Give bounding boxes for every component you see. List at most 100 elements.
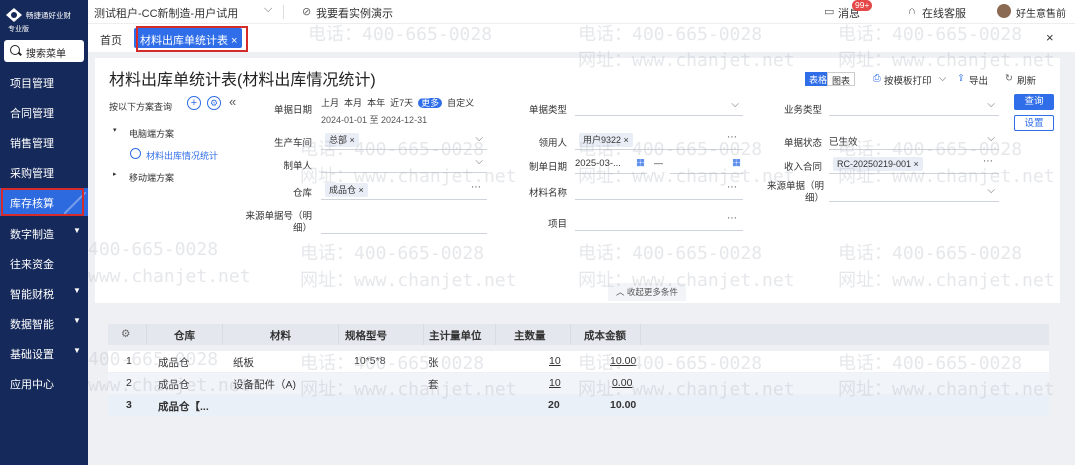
close-icon[interactable]: × (1046, 30, 1054, 45)
biztype-select[interactable]: ⌵ (829, 98, 999, 116)
receiver-chip[interactable]: 用户9322 × (579, 133, 633, 147)
export-button[interactable]: 导出 (969, 73, 988, 87)
row-number: 3 (126, 399, 132, 411)
col-header-cost[interactable]: 成本金额 (584, 328, 626, 343)
filter-date-label: 单据日期 (273, 105, 312, 116)
workshop-select[interactable]: 总部 × ⌵ (321, 132, 487, 150)
avatar[interactable] (997, 4, 1011, 18)
collapse-conditions-button[interactable]: ︿ 收起更多条件 (608, 283, 686, 301)
cell-cost-link[interactable]: 0.00 (612, 377, 632, 389)
date-option-more[interactable]: 更多 (418, 98, 443, 108)
filter-project-label: 项目 (547, 219, 567, 230)
scheme-query-label: 按以下方案查询 (109, 102, 173, 112)
caret-down-icon[interactable]: ▾ (113, 126, 117, 134)
total-cost: 10.00 (610, 399, 637, 411)
search-menu-label: 搜索菜单 (26, 49, 66, 60)
chevron-down-icon[interactable]: ⌵ (939, 73, 946, 84)
sidebar-item-tax[interactable]: 智能财税 ▼ (0, 278, 88, 308)
col-header-qty[interactable]: 主数量 (514, 328, 546, 343)
table-row[interactable]: 1 成品仓 纸板 10*5*8 张 10 10.00 (108, 351, 1049, 372)
search-menu-button[interactable]: 搜索菜单 (4, 40, 84, 62)
cell-qty-link[interactable]: 10 (549, 377, 561, 389)
sidebar-item-sales[interactable]: 销售管理 (0, 127, 88, 157)
scheme-mobile[interactable]: 移动端方案 (129, 171, 174, 184)
tab-home[interactable]: 首页 (100, 32, 122, 48)
cell-cost-link[interactable]: 10.00 (610, 355, 636, 367)
user-name[interactable]: 好生意售前 (1016, 5, 1066, 20)
settings-button[interactable]: 设置 (1014, 115, 1054, 131)
message-icon[interactable]: ▭ (824, 5, 834, 18)
sidebar-item-manufacturing[interactable]: 数字制造 ▼ (0, 218, 88, 248)
online-service-link[interactable]: 在线客服 (922, 5, 966, 21)
maker-select[interactable]: ⌵ (321, 155, 487, 173)
sidebar-item-label: 数据智能 (10, 319, 54, 331)
caret-right-icon[interactable]: ▸ (113, 170, 117, 178)
calendar-icon: ▦ (732, 157, 741, 168)
chevron-down-icon: ▼ (73, 286, 81, 295)
chevron-down-icon: ⌵ (731, 99, 739, 110)
print-template-button[interactable]: 按模板打印 (884, 73, 932, 87)
scheme-pc[interactable]: 电脑端方案 (129, 127, 174, 140)
material-input[interactable]: ⋯ (575, 182, 743, 200)
sidebar-item-purchase[interactable]: 采购管理 (0, 157, 88, 187)
cell-warehouse: 成品仓【... (158, 401, 209, 413)
gear-icon[interactable]: ⚙ (121, 328, 130, 340)
chevron-down-icon: ▼ (73, 226, 81, 235)
contract-chip[interactable]: RC-20250219-001 × (833, 157, 923, 171)
chevron-down-icon[interactable]: ⌵ (264, 3, 272, 16)
doctype-select[interactable]: ⌵ (575, 98, 743, 116)
date-option-this-month[interactable]: 本月 (344, 98, 362, 108)
date-option-custom[interactable]: 自定义 (447, 98, 474, 108)
filter-source-no-label: 来源单据号（明细） (245, 211, 312, 234)
scheme-settings-icon[interactable]: ⚙ (207, 96, 221, 110)
date-quick-options: 上月 本月 本年 近7天 更多 自定义 (321, 96, 474, 109)
table-row[interactable]: 2 成品仓 设备配件（A) 套 10 0.00 (108, 373, 1049, 394)
source-no-input[interactable] (321, 216, 487, 234)
sidebar-item-funds[interactable]: 往来资金 (0, 248, 88, 278)
warehouse-select[interactable]: 成品仓 × ⋯ (321, 182, 487, 200)
refresh-button[interactable]: 刷新 (1017, 73, 1036, 87)
col-header-warehouse[interactable]: 仓库 (174, 328, 195, 343)
cell-material: 设备配件（A) (233, 379, 296, 391)
date-option-7days[interactable]: 近7天 (390, 98, 413, 108)
make-date-value: 2025-03-... (575, 158, 621, 169)
make-date-end[interactable]: ▦ (670, 156, 743, 174)
add-scheme-icon[interactable]: + (187, 96, 201, 110)
workshop-chip[interactable]: 总部 × (325, 133, 359, 147)
project-input[interactable]: ⋯ (575, 213, 743, 231)
lightbulb-icon: ⊘ (302, 6, 312, 18)
query-button[interactable]: 查询 (1014, 94, 1054, 110)
sidebar-item-project[interactable]: 项目管理 (0, 67, 88, 97)
date-option-last-month[interactable]: 上月 (321, 98, 339, 108)
make-date-start[interactable]: 2025-03-... ▦ (575, 156, 647, 174)
date-option-this-year[interactable]: 本年 (367, 98, 385, 108)
row-number: 1 (126, 355, 132, 367)
sidebar-item-settings[interactable]: 基础设置 ▼ (0, 338, 88, 368)
receiver-select[interactable]: 用户9322 × ⋯ (575, 132, 743, 150)
cell-material: 纸板 (233, 357, 254, 369)
export-icon: ⇪ (957, 73, 965, 84)
account-selector[interactable]: 测试租户-CC新制造-用户试用 (94, 5, 238, 21)
contract-select[interactable]: RC-20250219-001 × ⋯ (829, 156, 999, 174)
warehouse-chip[interactable]: 成品仓 × (325, 183, 368, 197)
col-header-material[interactable]: 材料 (270, 328, 291, 343)
collapse-panel-icon[interactable]: « (229, 94, 236, 109)
demo-link[interactable]: 我要看实例演示 (316, 5, 393, 21)
filter-make-date-label: 制单日期 (528, 162, 567, 173)
brand-name: 畅捷通好业财 (26, 11, 71, 20)
sidebar-item-label: 采购管理 (10, 168, 54, 180)
sidebar-item-apps[interactable]: 应用中心 (0, 368, 88, 398)
sidebar-item-contract[interactable]: 合同管理 (0, 97, 88, 127)
view-chart-button[interactable]: 图表 (827, 72, 856, 86)
col-header-spec[interactable]: 规格型号 (345, 328, 387, 343)
cell-qty-link[interactable]: 10 (549, 355, 561, 367)
status-select[interactable]: 已生效 ⌵ (829, 132, 999, 150)
source-doc-select[interactable]: ⌵ (829, 184, 999, 202)
scheme-pc-item[interactable]: 材料出库情况统计 (146, 149, 218, 162)
status-value: 已生效 (829, 137, 858, 148)
col-header-unit[interactable]: 主计量单位 (429, 328, 482, 343)
total-qty: 20 (548, 399, 560, 411)
sidebar-item-data[interactable]: 数据智能 ▼ (0, 308, 88, 338)
sidebar-item-label: 项目管理 (10, 78, 54, 90)
column-divider (146, 324, 147, 345)
